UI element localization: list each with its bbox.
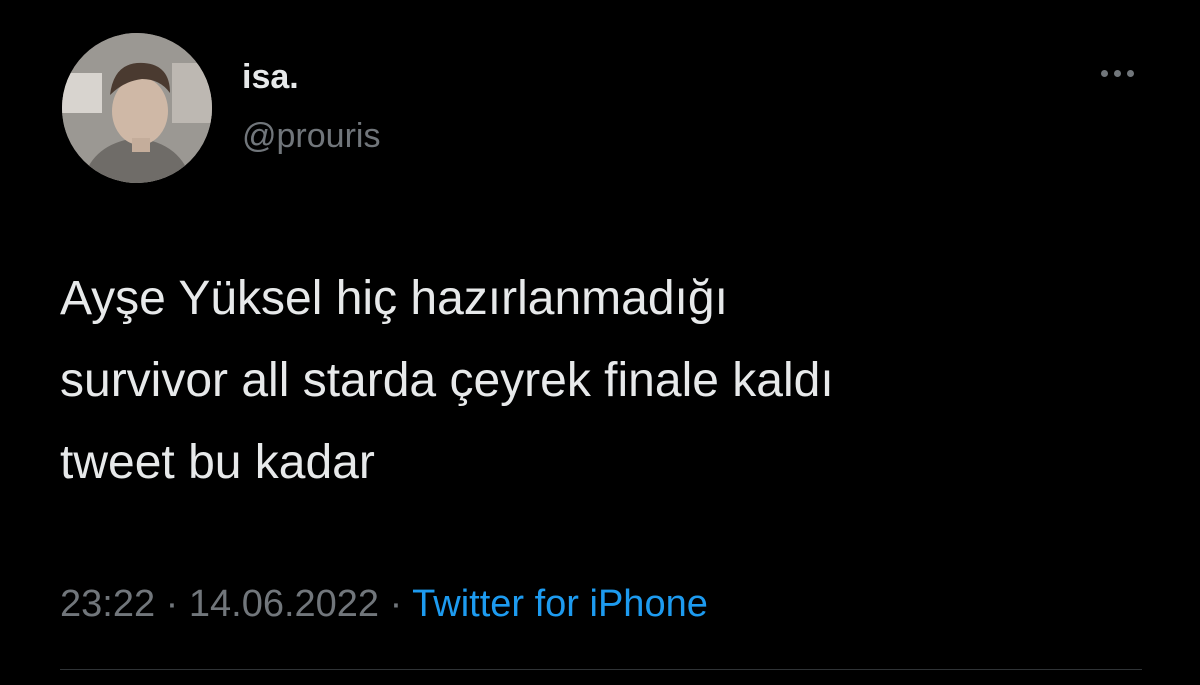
tweet-text: Ayşe Yüksel hiç hazırlanmadığı survivor … [60,258,1140,504]
tweet-text-line: survivor all starda çeyrek finale kaldı [60,354,834,407]
more-options-icon [1100,69,1108,77]
more-options-icon [1126,69,1134,77]
tweet-source-link[interactable]: Twitter for iPhone [412,583,708,625]
tweet-text-line: Ayşe Yüksel hiç hazırlanmadığı [60,272,728,325]
divider [60,669,1142,670]
tweet-date[interactable]: 14.06.2022 [189,583,379,625]
meta-separator: · [165,583,179,625]
avatar-photo [62,33,212,183]
tweet-text-line: tweet bu kadar [60,436,375,489]
tweet-meta: 23:22 · 14.06.2022 · Twitter for iPhone [60,580,708,628]
more-options-button[interactable] [1092,58,1142,88]
avatar[interactable] [62,33,212,183]
tweet: isa. @prouris Ayşe Yüksel hiç hazırlanma… [0,0,1200,685]
meta-separator: · [389,583,403,625]
display-name[interactable]: isa. [242,57,299,97]
tweet-time[interactable]: 23:22 [60,583,155,625]
more-options-icon [1113,69,1121,77]
user-handle[interactable]: @prouris [242,116,380,156]
